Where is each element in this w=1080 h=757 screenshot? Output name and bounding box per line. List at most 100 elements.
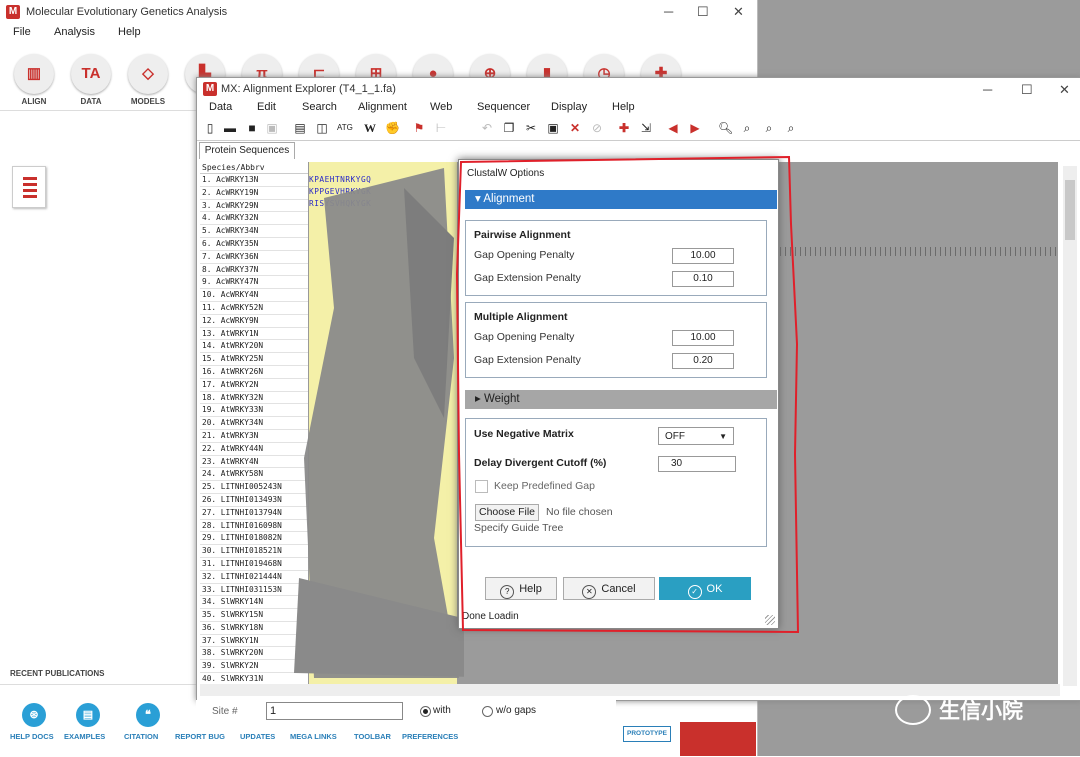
cut-icon[interactable]: ✂: [524, 121, 538, 135]
sequence-name-row[interactable]: 3. AcWRKY29N: [200, 200, 308, 213]
muscle-icon[interactable]: ✊: [385, 121, 399, 135]
search-icon[interactable]: 🔍︎: [718, 121, 732, 135]
find-motif-icon[interactable]: ⌕: [784, 121, 798, 135]
sequence-name-row[interactable]: 18. AtWRKY32N: [200, 392, 308, 405]
sequence-name-row[interactable]: 30. LITNHI018521N: [200, 545, 308, 558]
menu-edit[interactable]: Edit: [257, 101, 276, 113]
sequence-name-row[interactable]: 35. SlWRKY15N: [200, 609, 308, 622]
export-icon[interactable]: ▣: [265, 121, 279, 135]
sequence-name-row[interactable]: 23. AtWRKY4N: [200, 456, 308, 469]
explorer-title-bar[interactable]: M MX: Alignment Explorer (T4_1_1.fa) ─ ☐…: [197, 78, 1080, 100]
mark-site-icon[interactable]: ⚑: [412, 121, 426, 135]
sequence-name-row[interactable]: 32. LITNHI021444N: [200, 571, 308, 584]
sequence-name-row[interactable]: 39. SlWRKY2N: [200, 660, 308, 673]
sequence-name-row[interactable]: 10. AcWRKY4N: [200, 289, 308, 302]
menu-display[interactable]: Display: [551, 101, 587, 113]
sequence-name-row[interactable]: 19. AtWRKY33N: [200, 404, 308, 417]
vertical-scrollbar[interactable]: [1063, 166, 1077, 686]
sequence-name-row[interactable]: 8. AcWRKY37N: [200, 264, 308, 277]
explorer-close-icon[interactable]: ✕: [1059, 82, 1070, 98]
sequence-name-row[interactable]: 14. AtWRKY20N: [200, 340, 308, 353]
undo-icon[interactable]: ↶: [480, 121, 494, 135]
bottom-link-help-docs[interactable]: HELP DOCS: [10, 732, 54, 741]
dna-icon[interactable]: ATG: [337, 121, 351, 135]
move-right-icon[interactable]: ▶: [688, 121, 702, 135]
sequence-list-icon[interactable]: ▤: [293, 121, 307, 135]
paste-icon[interactable]: ▣: [546, 121, 560, 135]
sequence-name-row[interactable]: 1. AcWRKY13N: [200, 174, 308, 187]
menu-help-explorer[interactable]: Help: [612, 101, 635, 113]
maximize-icon[interactable]: ☐: [697, 4, 709, 20]
sequence-name-row[interactable]: 5. AcWRKY34N: [200, 225, 308, 238]
explorer-minimize-icon[interactable]: ─: [983, 82, 992, 97]
bottom-link-updates[interactable]: UPDATES: [240, 732, 275, 741]
sequence-name-row[interactable]: 36. SlWRKY18N: [200, 622, 308, 635]
citation-icon[interactable]: ❝: [136, 703, 160, 727]
sequence-name-row[interactable]: 4. AcWRKY32N: [200, 212, 308, 225]
sequence-name-row[interactable]: 34. SlWRKY14N: [200, 596, 308, 609]
menu-sequencer[interactable]: Sequencer: [477, 101, 530, 113]
menu-analysis[interactable]: Analysis: [54, 26, 95, 38]
copy-icon[interactable]: ❐: [502, 121, 516, 135]
save-icon[interactable]: ■: [245, 121, 259, 135]
explorer-maximize-icon[interactable]: ☐: [1021, 82, 1033, 98]
bottom-link-examples[interactable]: EXAMPLES: [64, 732, 105, 741]
sequence-name-row[interactable]: 28. LITNHI016098N: [200, 520, 308, 533]
sequence-name-row[interactable]: 31. LITNHI019468N: [200, 558, 308, 571]
sequence-name-row[interactable]: 38. SlWRKY20N: [200, 647, 308, 660]
examples-icon[interactable]: ▤: [76, 703, 100, 727]
sequence-name-row[interactable]: 2. AcWRKY19N: [200, 187, 308, 200]
sequence-name-row[interactable]: 12. AcWRKY9N: [200, 315, 308, 328]
align-icon[interactable]: ▥: [14, 54, 54, 94]
with-gaps-radio[interactable]: [420, 706, 431, 717]
sequence-name-row[interactable]: 29. LITNHI018082N: [200, 532, 308, 545]
delete-icon[interactable]: ✕: [568, 121, 582, 135]
sequence-name-row[interactable]: 22. AtWRKY44N: [200, 443, 308, 456]
sequence-name-row[interactable]: 25. LITNHI005243N: [200, 481, 308, 494]
help-docs-icon[interactable]: ⊛: [22, 703, 46, 727]
document-icon[interactable]: [12, 166, 46, 208]
move-left-icon[interactable]: ◀: [666, 121, 680, 135]
sequence-name-row[interactable]: 24. AtWRKY58N: [200, 468, 308, 481]
tree-icon[interactable]: ⊢: [434, 121, 448, 135]
data-icon[interactable]: TA: [71, 54, 111, 94]
sequence-name-row[interactable]: 21. AtWRKY3N: [200, 430, 308, 443]
menu-data[interactable]: Data: [209, 101, 232, 113]
sequence-name-row[interactable]: 37. SlWRKY1N: [200, 635, 308, 648]
sequence-name-row[interactable]: 7. AcWRKY36N: [200, 251, 308, 264]
import-icon[interactable]: ⇲: [639, 121, 653, 135]
delete-gap-icon[interactable]: ⊘: [590, 121, 604, 135]
add-sequence-icon[interactable]: ✚: [617, 121, 631, 135]
sequence-name-row[interactable]: 13. AtWRKY1N: [200, 328, 308, 341]
models-icon[interactable]: ◇: [128, 54, 168, 94]
bottom-link-citation[interactable]: CITATION: [124, 732, 158, 741]
sequence-name-row[interactable]: 9. AcWRKY47N: [200, 276, 308, 289]
sequence-name-row[interactable]: 26. LITNHI013493N: [200, 494, 308, 507]
sequence-name-row[interactable]: 11. AcWRKY52N: [200, 302, 308, 315]
menu-web[interactable]: Web: [430, 101, 452, 113]
bottom-link-toolbar[interactable]: TOOLBAR: [354, 732, 391, 741]
menu-alignment[interactable]: Alignment: [358, 101, 407, 113]
sequence-name-row[interactable]: 17. AtWRKY2N: [200, 379, 308, 392]
close-icon[interactable]: ✕: [733, 4, 744, 20]
bottom-link-preferences[interactable]: PREFERENCES: [402, 732, 458, 741]
minimize-icon[interactable]: ─: [664, 4, 673, 19]
sequence-name-row[interactable]: 6. AcWRKY35N: [200, 238, 308, 251]
sequence-name-row[interactable]: 15. AtWRKY25N: [200, 353, 308, 366]
new-file-icon[interactable]: ▯: [203, 121, 217, 135]
clustal-w-icon[interactable]: W: [363, 121, 377, 135]
find-next-icon[interactable]: ⌕: [762, 121, 776, 135]
sequence-name-row[interactable]: 16. AtWRKY26N: [200, 366, 308, 379]
menu-help[interactable]: Help: [118, 26, 141, 38]
without-gaps-radio[interactable]: [482, 706, 493, 717]
columns-icon[interactable]: ◫: [315, 121, 329, 135]
find-previous-icon[interactable]: ⌕: [740, 121, 754, 135]
bottom-link-mega-links[interactable]: MEGA LINKS: [290, 732, 337, 741]
sequence-name-row[interactable]: 33. LITNHI031153N: [200, 584, 308, 597]
menu-file[interactable]: File: [13, 26, 31, 38]
sequence-name-row[interactable]: 20. AtWRKY34N: [200, 417, 308, 430]
site-number-input[interactable]: 1: [266, 702, 403, 720]
bottom-link-report-bug[interactable]: REPORT BUG: [175, 732, 225, 741]
sequence-name-row[interactable]: 27. LITNHI013794N: [200, 507, 308, 520]
tab-protein-sequences[interactable]: Protein Sequences: [199, 142, 295, 159]
